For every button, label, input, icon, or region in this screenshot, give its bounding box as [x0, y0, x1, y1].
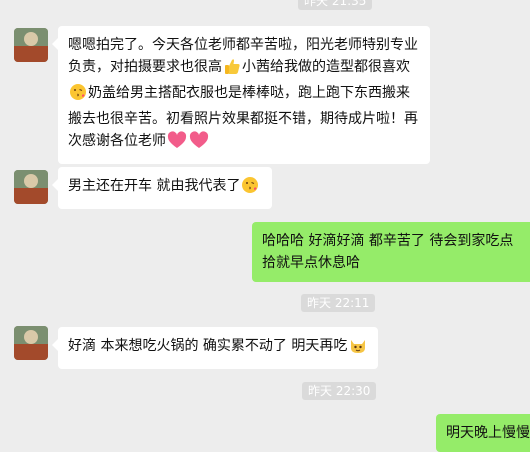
message-text: 明天晚上慢慢 [446, 425, 530, 441]
message-bubble-received[interactable]: 好滴 本来想吃火锅的 确实累不动了 明天再吃 [52, 327, 378, 369]
message-bubble-received[interactable]: 男主还在开车 就由我代表了 [52, 167, 272, 209]
avatar[interactable] [14, 326, 48, 360]
message-text: 次感谢各位老师 [68, 133, 166, 149]
timestamp: 昨天 21:35 [298, 0, 373, 10]
message-text: 搬去也很辛苦。初看照片效果都挺不错，期待成片啦！再 [68, 111, 418, 127]
thumbs-up-icon [223, 57, 241, 82]
message-text: 男主还在开车 就由我代表了 [68, 178, 241, 194]
message-text: 嗯嗯拍完了。今天各位老师都辛苦啦，阳光老师特别专业 [68, 37, 418, 53]
message-text: 奶盖给男主搭配衣服也是棒棒哒，跑上跑下东西搬来 [88, 85, 410, 101]
message-text: 负责，对拍摄要求也很高 [68, 59, 222, 75]
message-text: 小茜给我做的造型都很喜欢 [242, 59, 410, 75]
message-text: 哈哈哈 好滴好滴 都辛苦了 待会到家吃点 [262, 233, 514, 249]
kiss-face-icon [69, 83, 87, 108]
kiss-face-icon [241, 176, 259, 201]
cat-face-icon [348, 336, 368, 361]
message-text: 好滴 本来想吃火锅的 确实累不动了 明天再吃 [68, 338, 348, 354]
message-text: 拾就早点休息哈 [262, 255, 360, 271]
avatar[interactable] [14, 170, 48, 204]
avatar[interactable] [14, 28, 48, 62]
heart-icon [189, 131, 209, 156]
chat-window: 昨天 21:35 嗯嗯拍完了。今天各位老师都辛苦啦，阳光老师特别专业 负责，对拍… [0, 0, 530, 452]
message-bubble-sent[interactable]: 哈哈哈 好滴好滴 都辛苦了 待会到家吃点 拾就早点休息哈 [252, 222, 530, 282]
timestamp: 昨天 22:11 [301, 294, 376, 312]
heart-icon [167, 131, 187, 156]
message-bubble-received[interactable]: 嗯嗯拍完了。今天各位老师都辛苦啦，阳光老师特别专业 负责，对拍摄要求也很高 小茜给… [52, 26, 430, 164]
timestamp: 昨天 22:30 [302, 382, 377, 400]
message-bubble-sent[interactable]: 明天晚上慢慢 [436, 414, 530, 452]
